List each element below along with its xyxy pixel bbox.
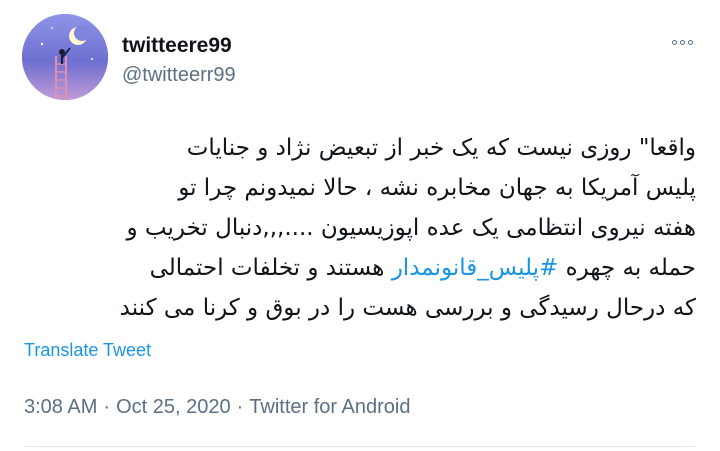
tweet-line: حمله به چهره #پلیس_قانونمدار هستند و تخل… — [24, 248, 696, 288]
translate-tweet-link[interactable]: Translate Tweet — [24, 340, 151, 361]
more-dot — [671, 39, 677, 45]
divider — [24, 446, 696, 447]
meta-separator: · — [236, 396, 244, 418]
tweet-line: هفته نیروی انتظامی یک عده اپوزیسیون ....… — [126, 215, 696, 241]
tweet-line: واقعا" روزی نیست که یک خبر از تبعیض نژاد… — [186, 135, 696, 161]
avatar[interactable] — [22, 14, 108, 100]
meta-separator: · — [103, 396, 111, 418]
more-options-icon[interactable] — [664, 30, 700, 54]
tweet-line: پلیس آمریکا به جهان مخابره نشه ، حالا نم… — [178, 175, 696, 201]
tweet-line: که درحال رسیدگی و بررسی هست را در بوق و … — [119, 295, 696, 321]
more-dot — [687, 39, 693, 45]
more-dot — [679, 39, 685, 45]
display-name[interactable]: twitteere99 — [122, 34, 232, 58]
tweet-line-end: هستند و تخلفات احتمالی — [149, 255, 392, 281]
tweet-line-start: حمله به چهره — [558, 255, 696, 281]
tweet-date[interactable]: Oct 25, 2020 — [116, 396, 231, 418]
tweet-text: واقعا" روزی نیست که یک خبر از تبعیض نژاد… — [24, 128, 696, 328]
user-handle[interactable]: @twitteerr99 — [122, 64, 236, 87]
hashtag-link[interactable]: #پلیس_قانونمدار — [392, 255, 559, 281]
tweet-meta: 3:08 AM · Oct 25, 2020 · Twitter for Android — [24, 396, 410, 419]
moon-ladder-avatar-image — [22, 14, 108, 100]
tweet-time[interactable]: 3:08 AM — [24, 396, 97, 418]
tweet-source[interactable]: Twitter for Android — [249, 396, 410, 418]
